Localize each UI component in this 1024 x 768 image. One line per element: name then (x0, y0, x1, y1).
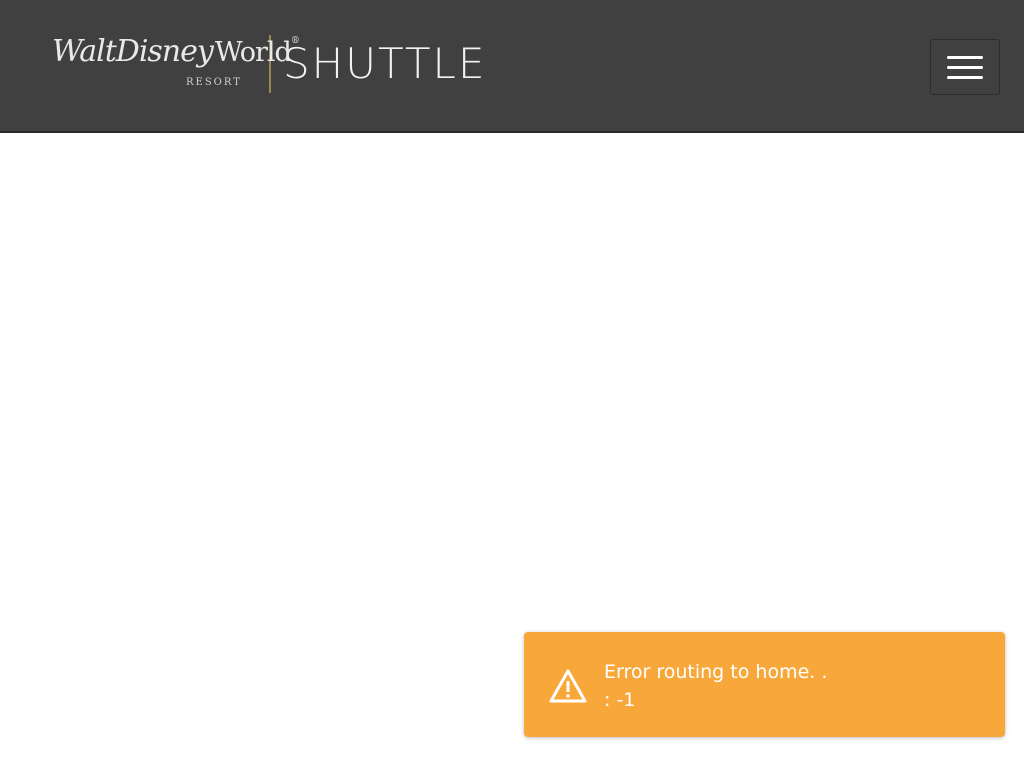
logo-resort-text: RESORT (186, 77, 242, 88)
hamburger-menu-icon (947, 55, 983, 59)
logo-registered-mark: ® (290, 36, 300, 46)
logo-world-text: World (214, 37, 292, 68)
error-toast[interactable]: Error routing to home. . : -1 (524, 632, 1005, 737)
menu-toggle-button[interactable] (930, 39, 1000, 95)
logo-script-text: WaltDisney (52, 34, 214, 69)
brand[interactable]: WaltDisneyWorld® RESORT SHUTTLE (52, 34, 487, 94)
logo-wordmark: WaltDisneyWorld® (52, 34, 300, 69)
app-header: WaltDisneyWorld® RESORT SHUTTLE (0, 0, 1024, 133)
toast-message-line2: : -1 (604, 689, 636, 711)
toast-message-line1: Error routing to home. . (604, 661, 828, 683)
hamburger-menu-icon (947, 65, 983, 69)
app-name: SHUTTLE (283, 39, 487, 88)
hamburger-menu-icon (947, 75, 983, 79)
toast-message: Error routing to home. . : -1 (604, 658, 827, 714)
warning-triangle-icon (549, 669, 587, 703)
walt-disney-world-resort-logo: WaltDisneyWorld® RESORT (52, 34, 300, 94)
